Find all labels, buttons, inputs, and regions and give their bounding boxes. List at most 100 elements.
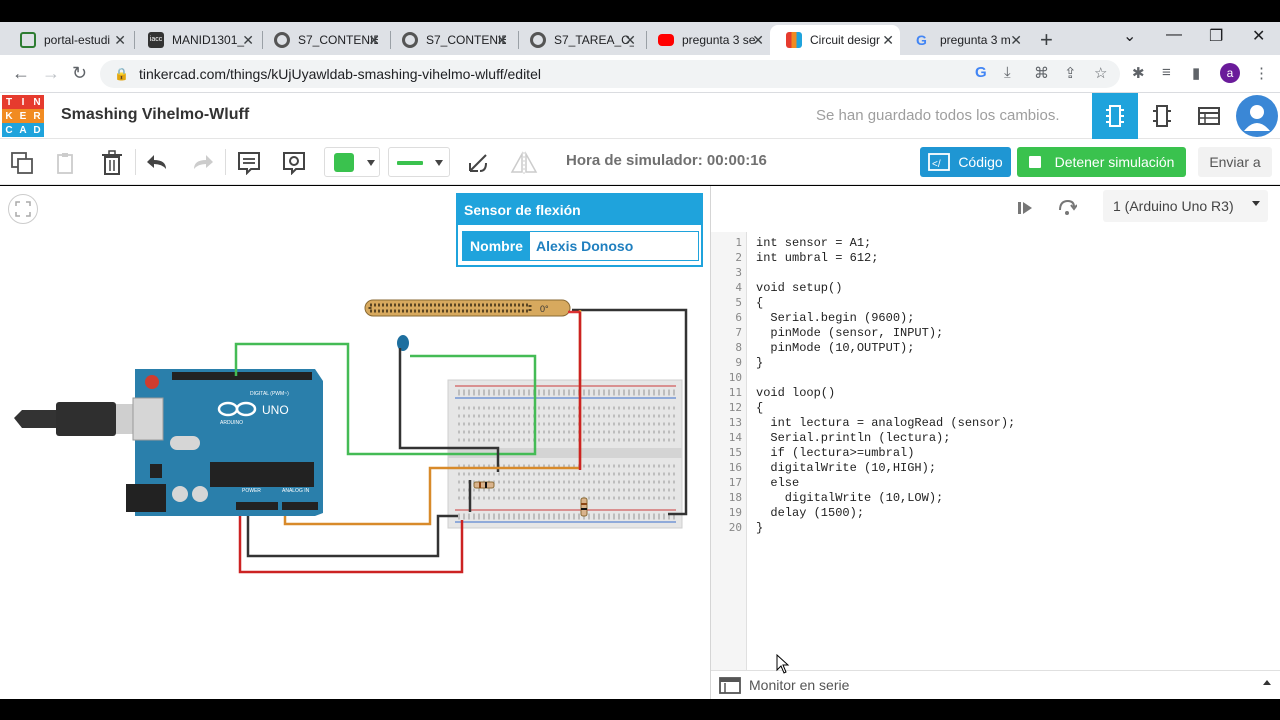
copy-button[interactable] (8, 149, 36, 177)
chevron-up-icon[interactable] (1263, 680, 1271, 685)
restore-icon[interactable]: ❐ (1209, 26, 1223, 46)
undo-button[interactable] (144, 149, 172, 177)
delete-button[interactable] (98, 149, 126, 177)
browser-tab[interactable]: S7_CONTENIE ✕ (386, 25, 514, 55)
browser-tab[interactable]: G pregunta 3 m ✕ (900, 25, 1028, 55)
logo-letter: D (30, 123, 44, 137)
browser-tab[interactable]: pregunta 3 se ✕ (642, 25, 770, 55)
resistor[interactable] (580, 497, 588, 517)
tinkercad-logo[interactable]: T I N K E R C A D (2, 95, 44, 137)
tab-label: pregunta 3 se (682, 33, 756, 47)
profile-avatar[interactable]: a (1220, 63, 1240, 83)
close-window-icon[interactable]: ✕ (1252, 26, 1265, 46)
serial-monitor-bar[interactable]: Monitor en serie (711, 670, 1280, 699)
paste-icon (57, 153, 73, 174)
line-number: 13 (728, 416, 742, 429)
chevron-down-icon (435, 160, 443, 166)
code-button-label: Código (958, 154, 1003, 170)
serial-monitor-icon (719, 677, 741, 694)
code-line[interactable]: { (756, 401, 763, 415)
color-picker[interactable] (324, 147, 380, 177)
device-selector[interactable]: 1 (Arduino Uno R3) (1103, 190, 1268, 222)
code-line[interactable]: else (756, 476, 799, 490)
code-line[interactable]: delay (1500); (756, 506, 864, 520)
code-line[interactable]: void loop() (756, 386, 835, 400)
forward-icon[interactable]: → (42, 63, 60, 84)
close-tab-icon[interactable]: ✕ (368, 32, 380, 49)
component-list-button[interactable] (1186, 93, 1232, 139)
step-over-icon[interactable] (1057, 198, 1077, 216)
redo-icon (194, 155, 213, 169)
google-lens-icon[interactable]: G (975, 64, 987, 81)
code-line[interactable]: int umbral = 612; (756, 251, 878, 265)
logo-letter: I (16, 95, 30, 109)
new-tab-button[interactable]: + (1040, 27, 1053, 53)
mouse-cursor-icon (776, 654, 790, 674)
close-tab-icon[interactable]: ✕ (752, 32, 764, 49)
user-avatar[interactable] (1236, 95, 1278, 137)
send-to-button[interactable]: Enviar a (1198, 147, 1272, 177)
reload-icon[interactable]: ↻ (72, 63, 87, 84)
close-tab-icon[interactable]: ✕ (882, 32, 894, 49)
circuit-view-button[interactable] (1092, 93, 1138, 139)
wire-type-picker[interactable] (388, 147, 450, 177)
step-play-icon[interactable] (1017, 200, 1033, 216)
redo-button[interactable] (188, 149, 216, 177)
close-tab-icon[interactable]: ✕ (114, 32, 126, 49)
flex-sensor[interactable]: 0° (364, 299, 571, 317)
code-button[interactable]: </ Código (920, 147, 1011, 177)
circuit-canvas[interactable]: UNO ARDUINO DIGITAL (PWM~) POWER ANALOG … (0, 186, 710, 699)
close-tab-icon[interactable]: ✕ (1010, 32, 1022, 49)
minimize-icon[interactable]: — (1166, 26, 1182, 44)
menu-dots-icon[interactable]: ⋮ (1254, 64, 1269, 82)
extensions-icon[interactable]: ✱ (1132, 64, 1145, 82)
stop-simulation-button[interactable]: Detener simulación (1017, 147, 1186, 177)
code-line[interactable]: pinMode (10,OUTPUT); (756, 341, 914, 355)
close-tab-icon[interactable]: ✕ (242, 32, 254, 49)
flip-button[interactable] (510, 149, 538, 177)
tab-favicon-icon: iacc (148, 32, 164, 48)
code-line[interactable]: Serial.println (lectura); (756, 431, 950, 445)
notes-button[interactable] (235, 149, 263, 177)
code-line[interactable]: void setup() (756, 281, 842, 295)
toggle-notes-button[interactable] (280, 149, 308, 177)
code-line[interactable]: } (756, 356, 763, 370)
arduino-uno-board[interactable]: UNO ARDUINO DIGITAL (PWM~) POWER ANALOG … (126, 369, 323, 516)
schematic-view-button[interactable] (1139, 93, 1185, 139)
rotate-button[interactable] (464, 149, 492, 177)
address-bar[interactable]: 🔒 tinkercad.com/things/kUjUyawldab-smash… (100, 60, 1120, 88)
browser-tab[interactable]: S7_TAREA_C_ ✕ (514, 25, 642, 55)
tab-search-icon[interactable]: ⌄ (1123, 26, 1136, 46)
bookmark-star-icon[interactable]: ☆ (1094, 64, 1107, 82)
paste-button[interactable] (52, 149, 80, 177)
media-control-icon[interactable]: ≡ (1162, 64, 1171, 81)
name-field-input[interactable]: Alexis Donoso (530, 232, 698, 260)
code-line[interactable]: } (756, 521, 763, 535)
browser-tab-active[interactable]: Circuit desigr ✕ (770, 25, 900, 55)
resistor[interactable] (473, 481, 495, 489)
code-line[interactable]: Serial.begin (9600); (756, 311, 914, 325)
code-line[interactable]: pinMode (sensor, INPUT); (756, 326, 943, 340)
translate-icon[interactable]: ⌘ (1034, 64, 1049, 82)
side-panel-icon[interactable]: ▮ (1192, 64, 1200, 82)
code-line[interactable]: { (756, 296, 763, 310)
back-icon[interactable]: ← (12, 63, 30, 84)
share-icon[interactable]: ⇪ (1064, 64, 1077, 82)
code-line[interactable]: if (lectura>=umbral) (756, 446, 914, 460)
project-title[interactable]: Smashing Vihelmo-Wluff (61, 106, 249, 124)
close-tab-icon[interactable]: ✕ (624, 32, 636, 49)
install-icon[interactable]: ⤓ (1004, 64, 1011, 81)
browser-tab[interactable]: S7_CONTENIE ✕ (258, 25, 386, 55)
close-tab-icon[interactable]: ✕ (496, 32, 508, 49)
browser-tab[interactable]: iacc MANID1301_ ✕ (132, 25, 260, 55)
save-status: Se han guardado todos los cambios. (816, 107, 1060, 124)
code-line[interactable]: int lectura = analogRead (sensor); (756, 416, 1015, 430)
code-line[interactable]: int sensor = A1; (756, 236, 871, 250)
line-number: 12 (728, 401, 742, 414)
code-line[interactable]: digitalWrite (10,LOW); (756, 491, 943, 505)
code-line[interactable]: digitalWrite (10,HIGH); (756, 461, 936, 475)
youtube-icon (658, 34, 674, 46)
browser-tab[interactable]: portal-estudi ✕ (4, 25, 132, 55)
name-field-row: Nombre Alexis Donoso (462, 231, 699, 261)
code-panel: 1 (Arduino Uno R3) 1 2 3 4 5 6 7 8 9 10 11 12 13 14 15… (710, 186, 1280, 699)
